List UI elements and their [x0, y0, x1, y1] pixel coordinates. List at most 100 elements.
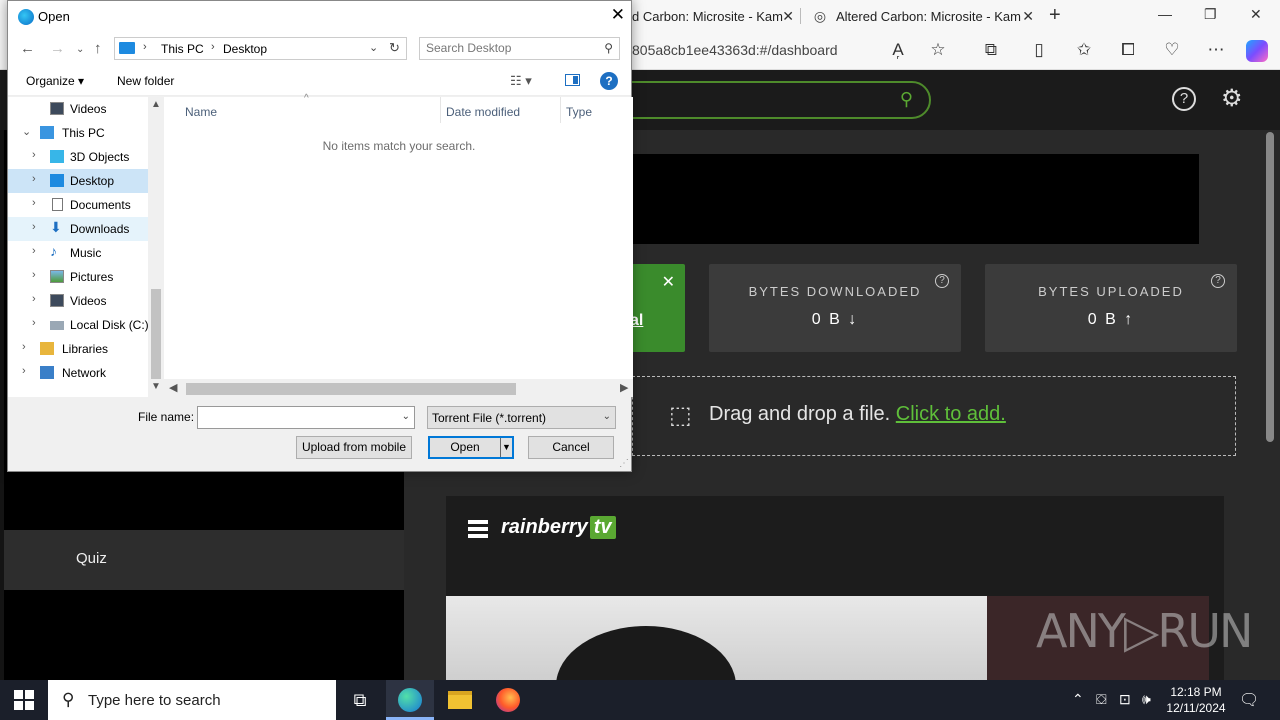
tree-item-downloads[interactable]: › ⬇ Downloads — [8, 217, 148, 241]
volume-icon[interactable]: 🕪 — [1142, 691, 1151, 708]
tree-item-music[interactable]: › ♪ Music — [8, 241, 148, 265]
navigation-scrollbar[interactable]: ▲ ▼ — [148, 97, 164, 397]
chevron-right-icon[interactable]: › — [32, 317, 36, 329]
cancel-button[interactable]: Cancel — [528, 436, 614, 459]
column-divider[interactable] — [560, 97, 561, 123]
chevron-right-icon[interactable]: › — [22, 365, 26, 377]
hamburger-menu-icon[interactable] — [468, 520, 488, 538]
tree-item-videos[interactable]: Videos — [8, 97, 148, 121]
tree-item-network[interactable]: › Network — [8, 361, 148, 385]
site-search-input[interactable]: ⚲ — [600, 81, 931, 119]
tree-item-videos-2[interactable]: › Videos — [8, 289, 148, 313]
scroll-thumb[interactable] — [1266, 132, 1274, 442]
tree-item-3d-objects[interactable]: › 3D Objects — [8, 145, 148, 169]
address-bar[interactable]: 805a8cb1ee43363d:#/dashboard — [632, 42, 838, 58]
open-dropdown-icon[interactable]: ▼ — [500, 438, 512, 457]
notification-icon[interactable]: 🗨 — [1239, 690, 1259, 710]
scroll-up-icon[interactable]: ▲ — [151, 99, 161, 110]
tree-item-desktop[interactable]: › Desktop — [8, 169, 148, 193]
chevron-right-icon[interactable]: › — [22, 341, 26, 353]
tab-close-icon[interactable]: ✕ — [1022, 8, 1034, 25]
copilot-icon[interactable] — [1246, 40, 1268, 62]
scroll-thumb[interactable] — [151, 289, 161, 379]
breadcrumb-this-pc[interactable]: This PC — [161, 42, 204, 56]
breadcrumb-desktop[interactable]: Desktop — [223, 42, 267, 56]
chevron-right-icon[interactable]: › — [32, 245, 36, 257]
tree-item-pictures[interactable]: › Pictures — [8, 265, 148, 289]
chevron-down-icon[interactable]: ⌄ — [22, 125, 31, 138]
network-icon[interactable]: ⊡ — [1119, 691, 1131, 708]
chevron-right-icon[interactable]: › — [32, 149, 36, 161]
task-view-icon[interactable]: ⧉ — [336, 680, 384, 720]
scroll-left-icon[interactable]: ◀ — [169, 381, 177, 394]
split-screen-icon[interactable]: ▯ — [1028, 40, 1050, 60]
file-name-input[interactable] — [202, 410, 392, 424]
upload-from-mobile-button[interactable]: Upload from mobile — [296, 436, 412, 459]
chevron-right-icon[interactable]: › — [32, 197, 36, 209]
change-view-icon[interactable]: ☷ ▾ — [510, 73, 532, 89]
favorites-icon[interactable]: ✩ — [1073, 40, 1095, 60]
dialog-titlebar[interactable]: Open ✕ — [8, 1, 631, 32]
file-explorer-taskbar-button[interactable] — [436, 680, 484, 720]
tree-item-this-pc[interactable]: ⌄ This PC — [8, 121, 148, 145]
read-aloud-icon[interactable]: A᷊ — [887, 40, 909, 60]
chevron-right-icon[interactable]: › — [32, 221, 36, 233]
extensions-icon[interactable]: ⧉ — [980, 40, 1002, 60]
column-header-name[interactable]: Name — [185, 105, 217, 119]
chevron-down-icon[interactable]: ⌄ — [369, 41, 378, 54]
horizontal-scrollbar[interactable]: ◀ ▶ — [164, 379, 633, 397]
new-folder-button[interactable]: New folder — [117, 74, 174, 88]
file-type-select[interactable]: Torrent File (*.torrent) ⌄ — [427, 406, 616, 429]
favorite-star-icon[interactable]: ☆ — [927, 40, 949, 60]
close-icon[interactable]: ✕ — [662, 272, 675, 292]
tab-close-icon[interactable]: ✕ — [782, 8, 794, 25]
scroll-right-icon[interactable]: ▶ — [620, 381, 628, 394]
page-scrollbar[interactable] — [1266, 130, 1274, 680]
video-thumbnail[interactable] — [446, 596, 987, 680]
chevron-right-icon[interactable]: › — [32, 293, 36, 305]
firefox-taskbar-button[interactable] — [484, 680, 532, 720]
gear-icon[interactable]: ⚙ — [1221, 84, 1243, 113]
collections-icon[interactable]: ⧠ — [1117, 40, 1139, 60]
open-button[interactable]: Open ▼ — [428, 436, 514, 459]
tree-item-libraries[interactable]: › Libraries — [8, 337, 148, 361]
search-desktop-field[interactable]: ⚲ — [419, 37, 620, 60]
column-header-date[interactable]: Date modified — [446, 105, 520, 119]
browser-essentials-icon[interactable]: ♡ — [1161, 40, 1183, 60]
new-tab-icon[interactable]: + — [1049, 4, 1061, 27]
browser-tab-1[interactable]: d Carbon: Microsite - Kam ✕ — [632, 0, 800, 32]
file-name-combobox[interactable]: ⌄ — [197, 406, 415, 429]
recent-chevron-icon[interactable]: ⌄ — [76, 44, 84, 55]
chevron-right-icon[interactable]: › — [143, 41, 147, 53]
browser-tab-2[interactable]: ◎ Altered Carbon: Microsite - Kam ✕ — [804, 0, 1040, 32]
windows-start-icon[interactable] — [14, 690, 34, 710]
chevron-up-icon[interactable]: ⌃ — [1072, 691, 1084, 708]
search-input[interactable] — [426, 41, 596, 55]
edge-taskbar-button[interactable] — [386, 680, 434, 720]
chevron-down-icon[interactable]: ⌄ — [603, 411, 611, 422]
tree-item-local-disk[interactable]: › Local Disk (C:) — [8, 313, 149, 337]
click-to-add-link[interactable]: Click to add. — [896, 403, 1006, 425]
column-divider[interactable] — [440, 97, 441, 123]
chevron-right-icon[interactable]: › — [32, 269, 36, 281]
chevron-right-icon[interactable]: › — [32, 173, 36, 185]
column-header-type[interactable]: Type — [566, 105, 592, 119]
chevron-right-icon[interactable]: › — [211, 41, 215, 53]
close-icon[interactable]: ✕ — [611, 5, 625, 25]
help-icon[interactable]: ? — [1172, 87, 1196, 111]
tree-item-documents[interactable]: › Documents — [8, 193, 148, 217]
sidebar-item-quiz[interactable]: Quiz — [4, 530, 404, 590]
resize-grip-icon[interactable]: ⋰ — [619, 458, 629, 469]
system-clock[interactable]: 12:18 PM 12/11/2024 — [1166, 684, 1226, 716]
file-dropzone[interactable]: ⬚ Drag and drop a file. Click to add. — [632, 376, 1236, 456]
back-arrow-icon[interactable]: ← — [20, 40, 35, 57]
preview-pane-icon[interactable] — [565, 74, 580, 86]
refresh-icon[interactable]: ↻ — [389, 40, 400, 56]
minimize-icon[interactable]: — — [1158, 6, 1172, 22]
up-arrow-icon[interactable]: ↑ — [94, 40, 102, 57]
device-icon[interactable]: ⛋ — [1096, 691, 1107, 708]
breadcrumb[interactable]: › This PC › Desktop ⌄ ↻ — [114, 37, 407, 60]
more-menu-icon[interactable]: ⋯ — [1205, 40, 1227, 60]
help-icon[interactable]: ? — [600, 72, 618, 90]
forward-arrow-icon[interactable]: → — [50, 40, 65, 57]
